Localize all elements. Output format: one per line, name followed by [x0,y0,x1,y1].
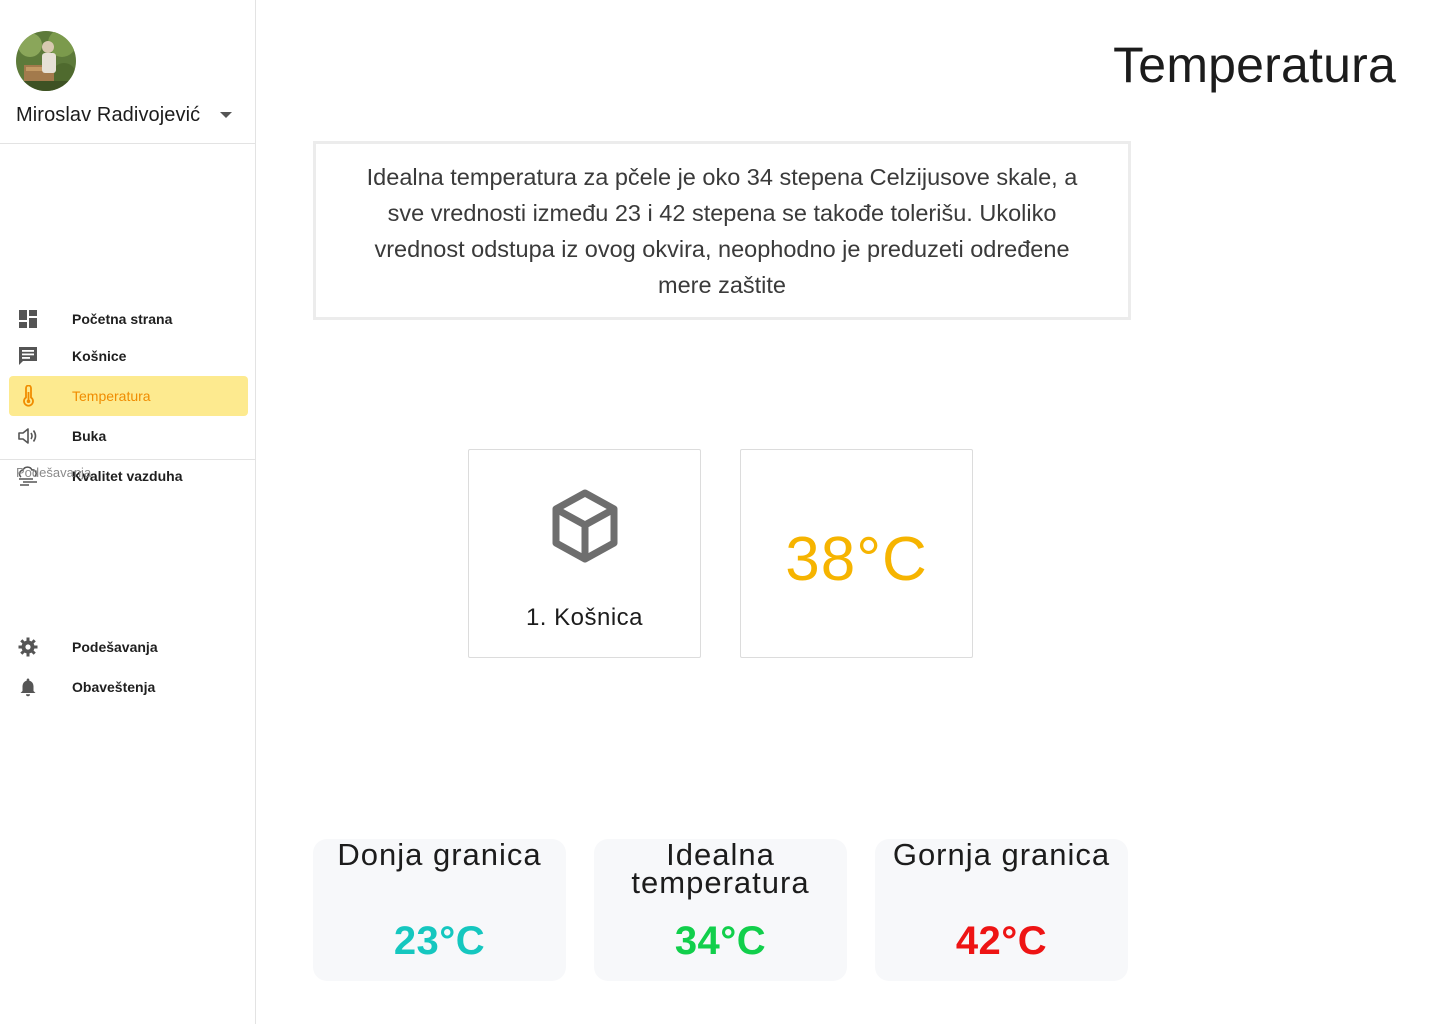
sidebar-item-notifications[interactable]: Obaveštenja [9,667,248,707]
dashboard-icon [19,310,37,328]
sidebar-item-label: Obaveštenja [72,679,156,695]
bell-icon [20,678,36,697]
message-icon [19,347,37,365]
chevron-down-icon[interactable] [220,112,232,118]
hive-card[interactable]: 1. Košnica [468,449,701,658]
avatar[interactable] [16,31,76,91]
cube-icon [552,489,618,563]
user-profile: Miroslav Radivojević [0,0,255,144]
hive-label: 1. Košnica [525,604,644,631]
sidebar-divider [0,459,256,460]
limit-title: Gornja granica [892,837,1111,872]
sidebar-item-label: Košnice [72,348,127,364]
sidebar-item-temperature[interactable]: Temperatura [9,376,248,416]
sidebar-item-noise[interactable]: Buka [9,416,248,456]
user-name: Miroslav Radivojević [16,104,201,126]
info-text: Idealna temperatura za pčele je oko 34 s… [366,163,1078,298]
sidebar-item-settings[interactable]: Podešavanja [9,627,248,667]
page-title: Temperatura [1113,37,1396,93]
limit-value: 34°C [674,919,767,963]
sidebar-item-label: Početna strana [72,311,173,327]
sidebar-item-label: Temperatura [72,388,151,404]
thermometer-icon [23,385,34,407]
sidebar: Miroslav Radivojević Početna strana Košn… [0,0,256,1024]
sidebar-item-hives[interactable]: Košnice [9,336,248,376]
sidebar-item-label: Podešavanja [72,639,158,655]
limit-value: 23°C [393,919,486,963]
lower-limit-card: Donja granica 23°C [313,839,566,981]
sidebar-item-home[interactable]: Početna strana [9,299,248,339]
speaker-icon [18,428,37,444]
settings-section-label: Podešavanja [16,465,92,480]
current-temperature: 38°C [785,525,928,594]
gear-icon [18,637,38,657]
limit-title: Idealna temperatura [631,837,810,900]
ideal-temperature-card: Idealna temperatura 34°C [594,839,847,981]
limit-title: Donja granica [337,837,542,872]
info-box: Idealna temperatura za pčele je oko 34 s… [313,141,1131,320]
current-temperature-card: 38°C [740,449,973,658]
upper-limit-card: Gornja granica 42°C [875,839,1128,981]
sidebar-item-label: Buka [72,428,107,444]
limit-value: 42°C [955,919,1048,963]
